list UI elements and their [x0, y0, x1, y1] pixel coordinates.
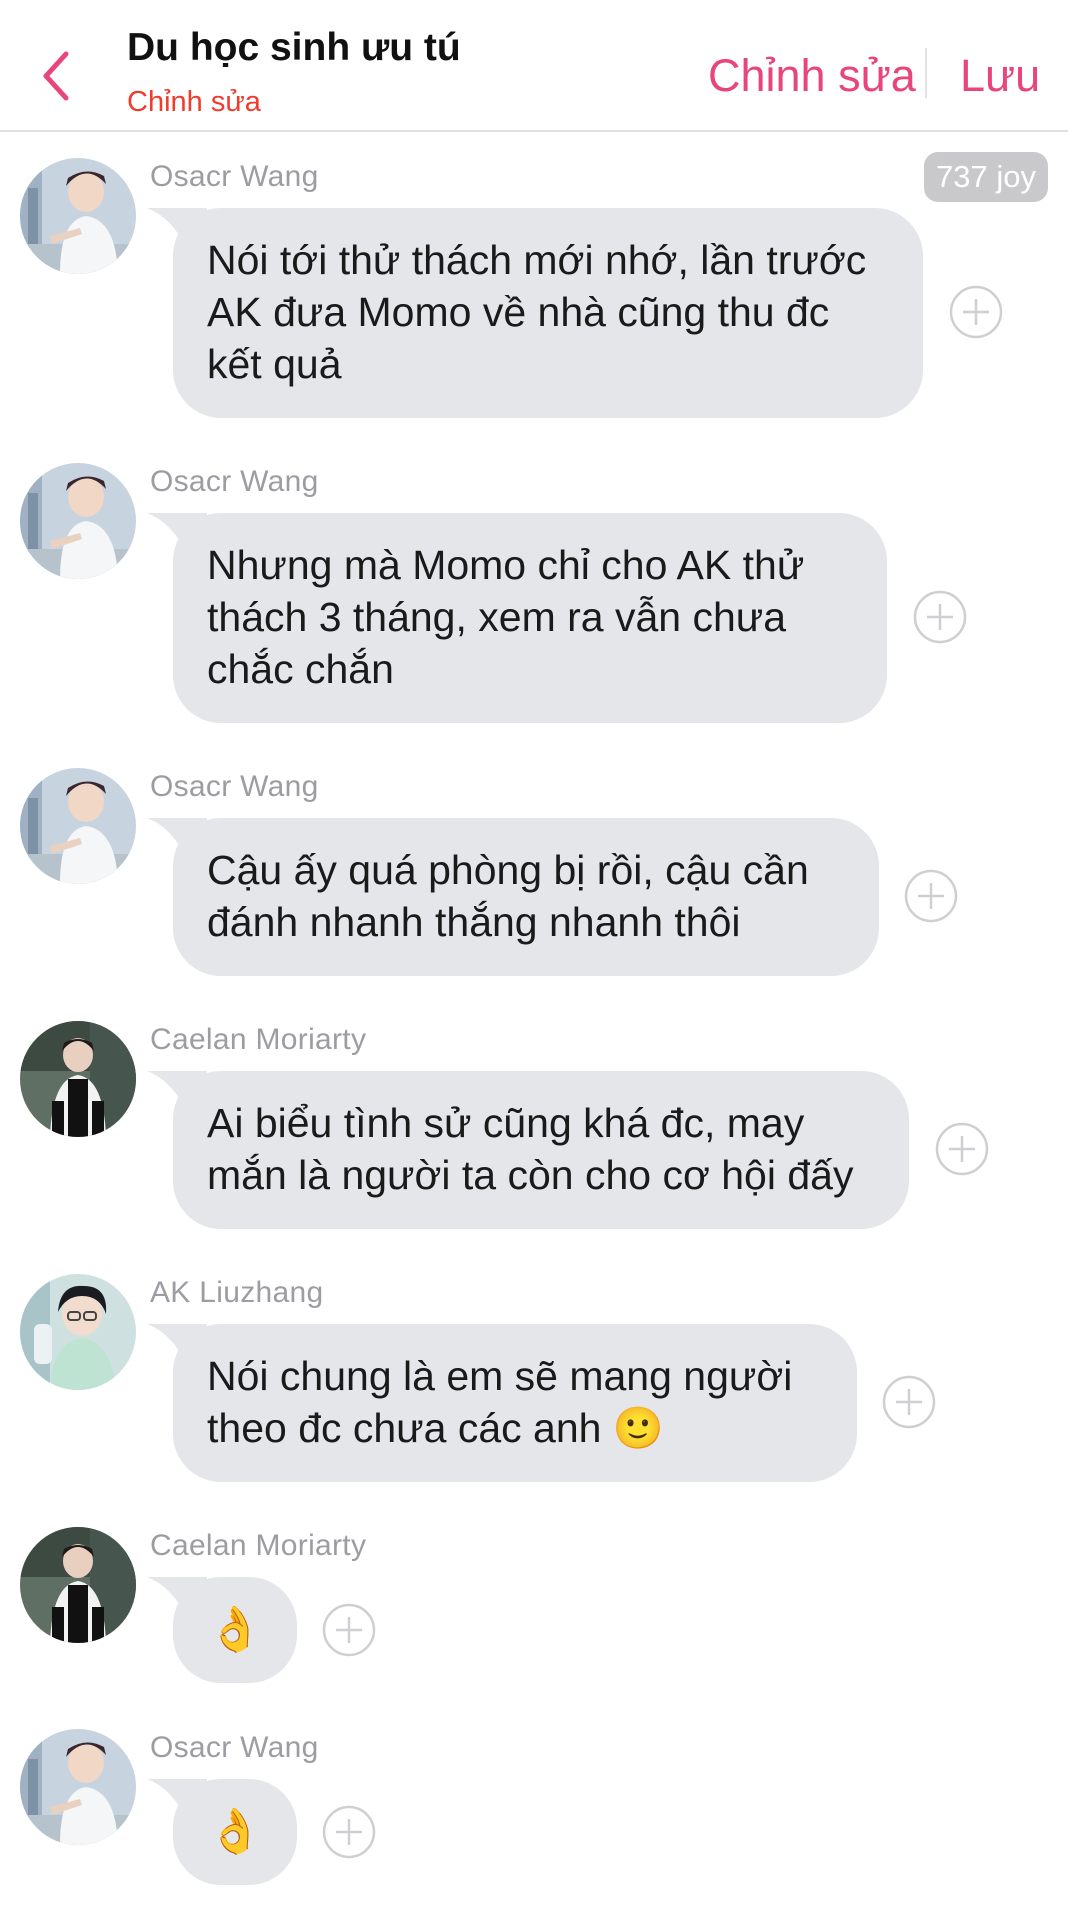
sender-name: Osacr Wang: [150, 160, 319, 193]
sender-name: Osacr Wang: [150, 770, 319, 803]
add-reaction-icon[interactable]: [322, 1805, 376, 1859]
add-reaction-icon[interactable]: [882, 1375, 936, 1429]
joy-badge: 737 joy: [924, 152, 1048, 202]
avatar[interactable]: [20, 1274, 136, 1390]
message-text: Nói chung là em sẽ mang người theo đc ch…: [207, 1353, 793, 1451]
sender-name: AK Liuzhang: [150, 1276, 324, 1309]
avatar[interactable]: [20, 158, 136, 274]
message-bubble[interactable]: Cậu ấy quá phòng bị rồi, cậu cần đánh nh…: [147, 818, 879, 976]
avatar[interactable]: [20, 1021, 136, 1137]
add-reaction-icon[interactable]: [935, 1122, 989, 1176]
message-bubble[interactable]: Nói chung là em sẽ mang người theo đc ch…: [147, 1324, 857, 1482]
sender-name: Caelan Moriarty: [150, 1023, 367, 1056]
edit-button[interactable]: Chỉnh sửa: [708, 50, 916, 102]
header-divider: [925, 48, 927, 98]
avatar[interactable]: [20, 1527, 136, 1643]
chat-title: Du học sinh ưu tú: [127, 26, 461, 69]
message-text: Ai biểu tình sử cũng khá đc, may mắn là …: [207, 1100, 854, 1198]
message-bubble[interactable]: 👌: [147, 1577, 297, 1683]
back-button[interactable]: [36, 46, 80, 106]
chat-subtitle[interactable]: Chỉnh sửa: [127, 86, 261, 119]
sender-name: Osacr Wang: [150, 465, 319, 498]
add-reaction-icon[interactable]: [904, 869, 958, 923]
chevron-left-icon: [43, 51, 69, 101]
message-bubble[interactable]: Nói tới thử thách mới nhớ, lần trước AK …: [147, 208, 923, 418]
avatar[interactable]: [20, 1729, 136, 1845]
add-reaction-icon[interactable]: [949, 285, 1003, 339]
message-text: 👌: [207, 1605, 263, 1654]
save-button[interactable]: Lưu: [960, 50, 1040, 102]
add-reaction-icon[interactable]: [322, 1603, 376, 1657]
message-bubble[interactable]: Nhưng mà Momo chỉ cho AK thử thách 3 thá…: [147, 513, 887, 723]
sender-name: Caelan Moriarty: [150, 1529, 367, 1562]
message-bubble[interactable]: Ai biểu tình sử cũng khá đc, may mắn là …: [147, 1071, 909, 1229]
message-text: Nhưng mà Momo chỉ cho AK thử thách 3 thá…: [207, 542, 805, 692]
avatar[interactable]: [20, 768, 136, 884]
sender-name: Osacr Wang: [150, 1731, 319, 1764]
add-reaction-icon[interactable]: [913, 590, 967, 644]
avatar[interactable]: [20, 463, 136, 579]
message-bubble[interactable]: 👌: [147, 1779, 297, 1885]
message-text: Nói tới thử thách mới nhớ, lần trước AK …: [207, 237, 867, 387]
message-text: Cậu ấy quá phòng bị rồi, cậu cần đánh nh…: [207, 847, 809, 945]
message-text: 👌: [207, 1807, 263, 1856]
top-bar: Du học sinh ưu tú Chỉnh sửa Chỉnh sửa Lư…: [0, 0, 1068, 132]
